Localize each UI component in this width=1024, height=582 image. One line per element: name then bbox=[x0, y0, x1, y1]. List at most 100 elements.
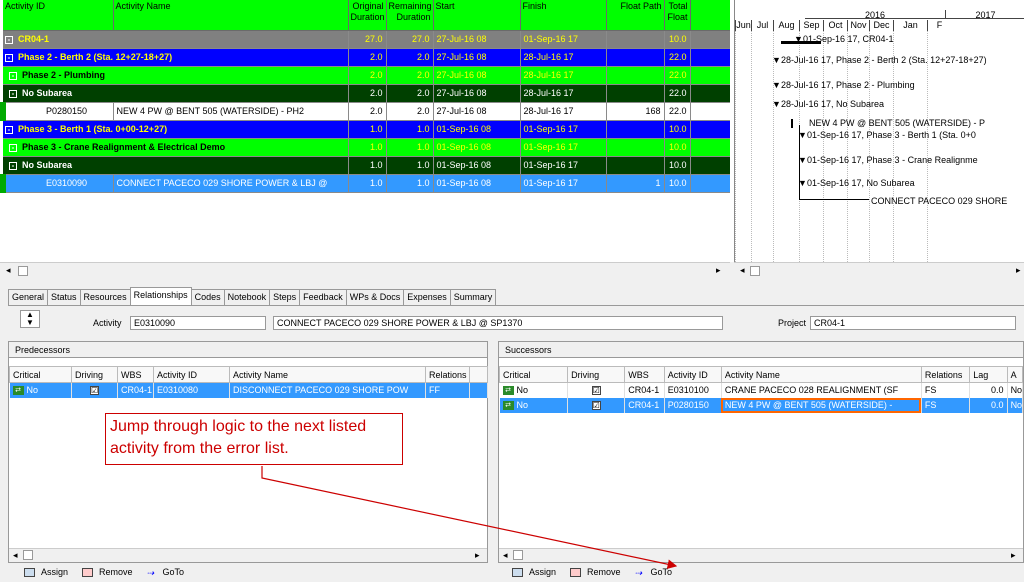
grid-horizontal-scrollbar[interactable]: ◂ ▸ bbox=[0, 262, 730, 278]
pred-col-header[interactable]: Critical bbox=[9, 366, 72, 383]
activity-id-cell[interactable]: P0280150 bbox=[0, 102, 114, 121]
wbs-row[interactable]: - Phase 3 - Crane Realignment & Electrica… bbox=[3, 138, 730, 157]
collapse-toggle-icon[interactable]: - bbox=[9, 71, 17, 80]
pred-col-header[interactable]: Activity ID bbox=[153, 366, 230, 383]
activity-row[interactable]: P0280150 NEW 4 PW @ BENT 505 (WATERSIDE)… bbox=[0, 102, 730, 121]
succ-col-header[interactable]: Lag bbox=[969, 366, 1008, 383]
gantt-gridline bbox=[751, 31, 752, 262]
assign-successor-button[interactable]: Assign bbox=[512, 567, 556, 577]
collapse-toggle-icon[interactable]: - bbox=[5, 53, 13, 62]
driving-cell[interactable]: ☑ bbox=[71, 382, 118, 398]
scroll-thumb[interactable] bbox=[18, 266, 28, 276]
wbs-row[interactable]: - Phase 2 - Berth 2 (Sta. 12+27-18+27) 2.0… bbox=[3, 48, 730, 67]
tab-steps[interactable]: Steps bbox=[269, 289, 301, 305]
scroll-thumb[interactable] bbox=[750, 266, 760, 276]
col-float-path[interactable]: Float Path bbox=[606, 0, 665, 31]
succ-col-header[interactable]: A bbox=[1006, 366, 1024, 383]
scroll-left-icon[interactable]: ◂ bbox=[6, 265, 11, 276]
wbs-row[interactable]: - Phase 3 - Berth 1 (Sta. 0+00-12+27) 1.0 … bbox=[3, 120, 730, 139]
goto-successor-button[interactable]: ⇢ GoTo bbox=[635, 567, 673, 578]
succ-col-header[interactable]: WBS bbox=[624, 366, 665, 383]
driving-cell[interactable]: ☑ bbox=[567, 397, 626, 413]
successors-panel: Successors Critical Driving WBS Activity ID… bbox=[498, 341, 1024, 563]
tab-wps-docs[interactable]: WPs & Docs bbox=[345, 289, 405, 305]
tab-codes[interactable]: Codes bbox=[190, 289, 225, 305]
assign-predecessor-button[interactable]: Assign bbox=[24, 567, 68, 577]
wbs-name-cell[interactable]: - Phase 2 - Berth 2 (Sta. 12+27-18+27) bbox=[3, 48, 349, 67]
succ-col-header[interactable]: Activity Name bbox=[720, 366, 922, 383]
remove-successor-button[interactable]: Remove bbox=[570, 567, 621, 577]
succ-col-header[interactable]: Driving bbox=[567, 366, 626, 383]
pred-col-header[interactable]: WBS bbox=[117, 366, 154, 383]
wbs-name-cell[interactable]: - CR04-1 bbox=[3, 30, 349, 49]
successor-row[interactable]: ⇄ No ☑ CR04-1 P0280150 NEW 4 PW @ BENT 50… bbox=[499, 397, 1024, 413]
wbs-name-cell[interactable]: - Phase 3 - Berth 1 (Sta. 0+00-12+27) bbox=[3, 120, 349, 139]
driving-checkbox[interactable]: ☑ bbox=[591, 401, 601, 410]
succ-col-header[interactable]: Relations bbox=[920, 366, 971, 383]
wbs-row[interactable]: - No Subarea 2.0 2.0 27-Jul-16 08 28-Jul-1… bbox=[3, 84, 730, 103]
collapse-toggle-icon[interactable]: - bbox=[9, 143, 17, 152]
tab-notebook[interactable]: Notebook bbox=[223, 289, 271, 305]
scroll-right-icon[interactable]: ▸ bbox=[1011, 550, 1016, 561]
predecessor-row[interactable]: ⇄ No ☑ CR04-1 E0310080 DISCONNECT PACECO … bbox=[9, 382, 488, 398]
scroll-right-icon[interactable]: ▸ bbox=[716, 265, 721, 276]
activity-name-cell[interactable]: CONNECT PACECO 029 SHORE POWER & LBJ @ bbox=[113, 174, 349, 193]
tab-feedback[interactable]: Feedback bbox=[299, 289, 347, 305]
succ-col-header[interactable]: Activity ID bbox=[663, 366, 722, 383]
activity-name-cell[interactable]: NEW 4 PW @ BENT 505 (WATERSIDE) - PH2 bbox=[113, 102, 349, 121]
successor-row[interactable]: ⇄ No ☑ CR04-1 E0310100 CRANE PACECO 028 R… bbox=[499, 382, 1024, 398]
col-activity-id[interactable]: Activity ID bbox=[3, 0, 114, 31]
pred-col-header[interactable]: Relations bbox=[425, 366, 470, 383]
scroll-left-icon[interactable]: ◂ bbox=[503, 550, 508, 561]
tab-status[interactable]: Status bbox=[47, 289, 81, 305]
collapse-toggle-icon[interactable]: - bbox=[9, 161, 17, 170]
wbs-name-cell[interactable]: - Phase 3 - Crane Realignment & Electrica… bbox=[3, 138, 349, 157]
col-total-float[interactable]: Total Float bbox=[664, 0, 691, 31]
tab-resources[interactable]: Resources bbox=[79, 289, 131, 305]
activity-name-field[interactable]: CONNECT PACECO 029 SHORE POWER & LBJ @ S… bbox=[273, 316, 723, 330]
scroll-left-icon[interactable]: ◂ bbox=[740, 265, 745, 276]
activity-id-field[interactable]: E0310090 bbox=[130, 316, 266, 330]
remove-icon bbox=[82, 567, 94, 577]
remove-predecessor-button[interactable]: Remove bbox=[82, 567, 133, 577]
collapse-toggle-icon[interactable]: - bbox=[5, 35, 13, 44]
gantt-month: Jun bbox=[735, 20, 751, 31]
wbs-name-cell[interactable]: - Phase 2 - Plumbing bbox=[3, 66, 349, 85]
pred-col-header[interactable]: Activity Name bbox=[229, 366, 426, 383]
tab-relationships[interactable]: Relationships bbox=[129, 287, 192, 305]
pred-col-header[interactable]: Driving bbox=[71, 366, 118, 383]
driving-cell[interactable]: ☑ bbox=[567, 382, 626, 398]
predecessors-scrollbar[interactable]: ◂ ▸ bbox=[9, 548, 487, 562]
wbs-row[interactable]: - No Subarea 1.0 1.0 01-Sep-16 08 01-Sep-1… bbox=[3, 156, 730, 175]
scroll-thumb[interactable] bbox=[513, 550, 523, 560]
goto-predecessor-button[interactable]: ⇢ GoTo bbox=[147, 567, 185, 578]
driving-checkbox[interactable]: ☑ bbox=[90, 386, 99, 396]
wbs-name-cell[interactable]: - No Subarea bbox=[3, 84, 349, 103]
scroll-right-icon[interactable]: ▸ bbox=[475, 550, 480, 561]
project-field[interactable]: CR04-1 bbox=[810, 316, 1016, 330]
collapse-toggle-icon[interactable]: - bbox=[5, 125, 13, 134]
driving-checkbox[interactable]: ☑ bbox=[591, 386, 601, 396]
tab-general[interactable]: General bbox=[8, 289, 49, 305]
gantt-bar-label: 01-Sep-16 17, No Subarea bbox=[807, 178, 915, 188]
collapse-toggle-icon[interactable]: - bbox=[9, 89, 17, 98]
wbs-name-cell[interactable]: - No Subarea bbox=[3, 156, 349, 175]
activity-id-cell[interactable]: E0310090 bbox=[0, 174, 114, 193]
activity-row[interactable]: E0310090 CONNECT PACECO 029 SHORE POWER … bbox=[0, 174, 730, 193]
col-activity-name[interactable]: Activity Name bbox=[113, 0, 349, 31]
scroll-left-icon[interactable]: ◂ bbox=[13, 550, 18, 561]
succ-col-header[interactable]: Critical bbox=[498, 366, 569, 383]
col-remaining-duration[interactable]: Remaining Duration bbox=[386, 0, 434, 31]
spin-updown-icon[interactable]: ▲ ▼ bbox=[20, 310, 40, 328]
wbs-row[interactable]: - Phase 2 - Plumbing 2.0 2.0 27-Jul-16 08 … bbox=[3, 66, 730, 85]
tab-summary[interactable]: Summary bbox=[449, 289, 497, 305]
tab-expenses[interactable]: Expenses bbox=[403, 289, 451, 305]
successors-scrollbar[interactable]: ◂ ▸ bbox=[499, 548, 1023, 562]
wbs-row[interactable]: - CR04-1 27.0 27.0 27-Jul-16 08 01-Sep-16 … bbox=[3, 30, 730, 49]
gantt-horizontal-scrollbar[interactable]: ◂ ▸ bbox=[734, 262, 1024, 278]
col-start[interactable]: Start bbox=[433, 0, 521, 31]
scroll-thumb[interactable] bbox=[23, 550, 33, 560]
col-original-duration[interactable]: Original Duration bbox=[348, 0, 387, 31]
col-finish[interactable]: Finish bbox=[520, 0, 607, 31]
scroll-right-icon[interactable]: ▸ bbox=[1016, 265, 1021, 276]
